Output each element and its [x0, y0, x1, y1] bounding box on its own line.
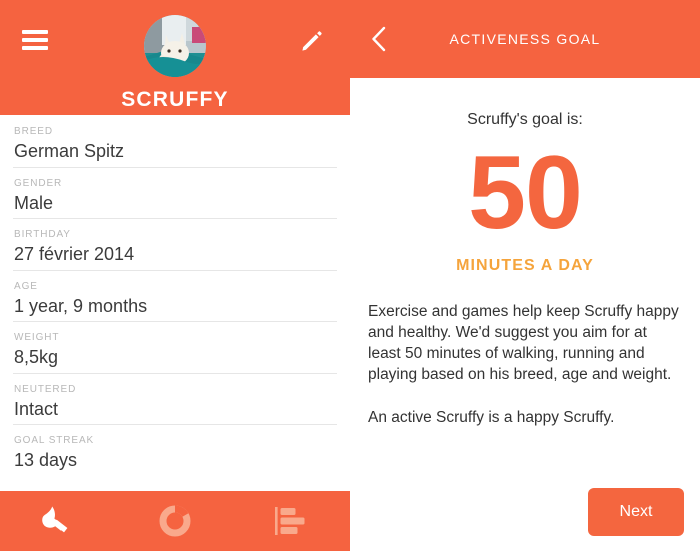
field-label: AGE — [14, 280, 38, 292]
hamburger-bar — [22, 38, 48, 42]
bar-chart-icon — [274, 506, 310, 536]
field-label: GOAL STREAK — [14, 435, 95, 446]
field-value: 1 year, 9 months — [14, 295, 148, 316]
goal-unit-label: MINUTES A DAY — [456, 257, 594, 274]
donut-chart-icon — [159, 505, 191, 537]
app-root: SCRUFFY BREED German Spitz GENDER Male B… — [0, 0, 700, 551]
list-item[interactable]: BIRTHDAY 27 février 2014 — [0, 218, 350, 270]
field-label: NEUTERED — [14, 383, 77, 395]
field-label: BIRTHDAY — [14, 229, 71, 240]
field-value: Intact — [14, 398, 59, 419]
list-item[interactable]: AGE 1 year, 9 months — [0, 269, 350, 322]
goal-value: 50 — [468, 135, 583, 251]
list-item[interactable]: GENDER Male — [0, 166, 350, 219]
dog-head-icon — [40, 504, 76, 538]
pet-profile-panel: SCRUFFY BREED German Spitz GENDER Male B… — [0, 0, 350, 551]
field-value: Male — [14, 192, 54, 213]
hamburger-bar — [22, 46, 48, 50]
tab-stats[interactable] — [233, 491, 350, 551]
field-value: 27 février 2014 — [14, 244, 135, 264]
page-title: SCRUFFY — [121, 88, 229, 111]
list-item[interactable]: GOAL STREAK 13 days — [0, 424, 350, 476]
detail-header: ACTIVENESS GOAL — [350, 0, 700, 78]
pencil-edit-icon[interactable] — [300, 29, 324, 53]
goal-description-secondary: An active Scruffy is a happy Scruffy. — [368, 409, 615, 426]
hamburger-bar — [22, 30, 48, 34]
list-item[interactable]: BREED German Spitz — [0, 115, 350, 167]
tab-profile[interactable] — [0, 491, 117, 551]
hamburger-menu-icon[interactable] — [22, 30, 48, 50]
field-value: 8,5kg — [14, 347, 59, 367]
profile-header: SCRUFFY — [0, 0, 350, 115]
field-value: German Spitz — [14, 141, 125, 161]
pet-avatar-photo[interactable] — [144, 15, 206, 77]
list-item[interactable]: WEIGHT 8,5kg — [0, 321, 350, 373]
pet-attribute-list: BREED German Spitz GENDER Male BIRTHDAY … — [0, 115, 350, 491]
field-label: GENDER — [14, 177, 63, 189]
goal-content: Scruffy's goal is: 50 MINUTES A DAY Exer… — [350, 78, 700, 551]
list-item[interactable]: NEUTERED Intact — [0, 372, 350, 425]
goal-description-primary: Exercise and games help keep Scruffy hap… — [368, 303, 679, 383]
tab-activity[interactable] — [117, 491, 234, 551]
next-button[interactable]: Next — [588, 488, 684, 536]
activeness-goal-panel: ACTIVENESS GOAL Scruffy's goal is: 50 MI… — [350, 0, 700, 551]
field-label: BREED — [14, 126, 53, 137]
bottom-tab-bar — [0, 491, 350, 551]
detail-title: ACTIVENESS GOAL — [449, 31, 601, 47]
field-label: WEIGHT — [14, 332, 60, 343]
goal-intro-text: Scruffy's goal is: — [467, 111, 583, 128]
field-value: 13 days — [14, 450, 78, 470]
